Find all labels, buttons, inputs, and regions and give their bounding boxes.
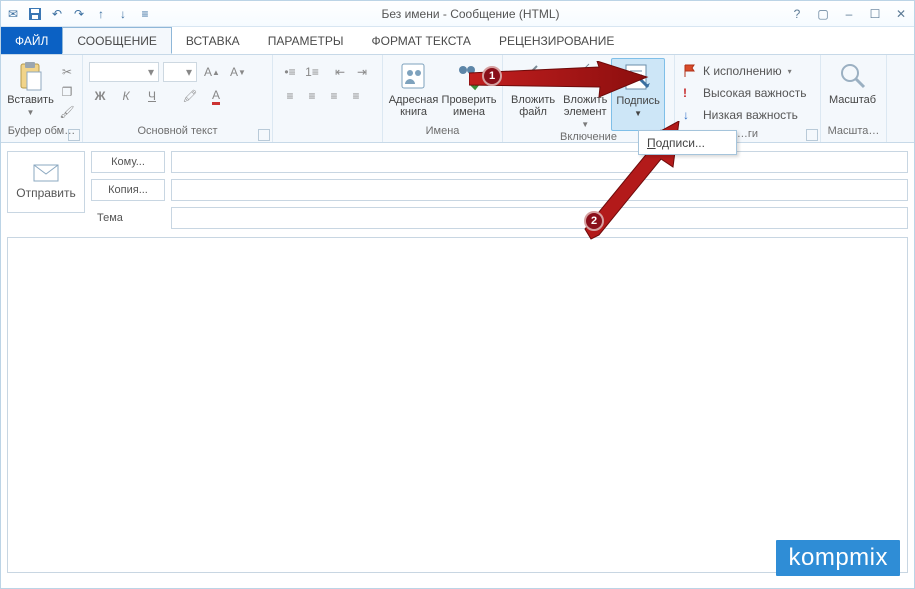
- cc-field[interactable]: [171, 179, 908, 201]
- numbering-icon[interactable]: 1≡: [303, 63, 321, 81]
- font-color-icon[interactable]: A: [207, 87, 225, 105]
- copy-icon[interactable]: ❐: [58, 83, 76, 101]
- dialog-launcher-icon[interactable]: [68, 129, 80, 141]
- bullets-icon[interactable]: •≡: [281, 63, 299, 81]
- minimize-icon[interactable]: –: [840, 7, 858, 21]
- high-importance-button[interactable]: ! Высокая важность: [679, 82, 816, 104]
- ribbon-tabs: ФАЙЛ СООБЩЕНИЕ ВСТАВКА ПАРАМЕТРЫ ФОРМАТ …: [1, 27, 914, 55]
- prev-item-icon[interactable]: ↑: [93, 6, 109, 22]
- low-importance-label: Низкая важность: [703, 108, 798, 122]
- group-paragraph: [277, 125, 378, 141]
- tab-insert[interactable]: ВСТАВКА: [172, 27, 254, 54]
- tab-options[interactable]: ПАРАМЕТРЫ: [254, 27, 358, 54]
- zoom-label: Масштаб: [829, 94, 876, 106]
- redo-icon[interactable]: ↷: [71, 6, 87, 22]
- address-book-label: Адресная книга: [389, 94, 439, 118]
- follow-up-button[interactable]: К исполнению ▾: [679, 60, 816, 82]
- chevron-down-icon: ▾: [148, 65, 154, 79]
- tab-format-text[interactable]: ФОРМАТ ТЕКСТА: [357, 27, 484, 54]
- group-zoom: Масшта…: [825, 125, 882, 141]
- align-justify-icon[interactable]: ≡: [347, 87, 365, 105]
- grow-font-icon[interactable]: A▲: [203, 63, 221, 81]
- close-icon[interactable]: ✕: [892, 7, 910, 21]
- window-title: Без имени - Сообщение (HTML): [159, 7, 782, 21]
- chevron-down-icon: ▾: [186, 65, 192, 79]
- address-book-button[interactable]: Адресная книга: [387, 58, 440, 125]
- clipboard-icon: [15, 60, 47, 92]
- send-icon: [33, 164, 59, 182]
- indent-icon[interactable]: ⇥: [353, 63, 371, 81]
- address-book-icon: [398, 60, 430, 92]
- italic-button[interactable]: К: [117, 87, 135, 105]
- tab-message[interactable]: СООБЩЕНИЕ: [62, 27, 172, 54]
- signature-menu-label: Подписи...: [647, 136, 705, 150]
- ribbon: Вставить ▼ ✂ ❐ 🖌 Буфер обм… ▾ ▾ A▲ A▼ Ж …: [1, 55, 914, 143]
- high-importance-label: Высокая важность: [703, 86, 806, 100]
- outdent-icon[interactable]: ⇤: [331, 63, 349, 81]
- align-right-icon[interactable]: ≡: [325, 87, 343, 105]
- next-item-icon[interactable]: ↓: [115, 6, 131, 22]
- low-importance-icon: ↓: [683, 108, 697, 122]
- mail-icon: ✉: [5, 6, 21, 22]
- align-left-icon[interactable]: ≡: [281, 87, 299, 105]
- highlight-icon[interactable]: 🖍: [181, 87, 199, 105]
- tab-file[interactable]: ФАЙЛ: [1, 27, 62, 54]
- magnifier-icon: [837, 60, 869, 92]
- to-button[interactable]: Кому...: [91, 151, 165, 173]
- chevron-down-icon: ▼: [27, 108, 35, 117]
- zoom-button[interactable]: Масштаб: [825, 58, 880, 125]
- dialog-launcher-icon[interactable]: [806, 129, 818, 141]
- tab-review[interactable]: РЕЦЕНЗИРОВАНИЕ: [485, 27, 628, 54]
- dialog-launcher-icon[interactable]: [258, 129, 270, 141]
- shrink-font-icon[interactable]: A▼: [229, 63, 247, 81]
- qat-customize-icon[interactable]: ≡: [137, 6, 153, 22]
- save-icon[interactable]: [27, 6, 43, 22]
- font-size-select[interactable]: ▾: [163, 62, 197, 82]
- signature-menu-item[interactable]: Подписи...: [638, 130, 737, 155]
- send-button[interactable]: Отправить: [7, 151, 85, 213]
- follow-up-label: К исполнению: [703, 64, 782, 78]
- cc-button[interactable]: Копия...: [91, 179, 165, 201]
- message-header: Отправить Кому... Копия... Тема: [1, 143, 914, 233]
- bold-button[interactable]: Ж: [91, 87, 109, 105]
- subject-label: Тема: [91, 207, 165, 229]
- callout-badge-2: 2: [584, 211, 604, 231]
- undo-icon[interactable]: ↶: [49, 6, 65, 22]
- high-importance-icon: !: [683, 86, 697, 100]
- title-bar: ✉ ↶ ↷ ↑ ↓ ≡ Без имени - Сообщение (HTML)…: [1, 1, 914, 27]
- maximize-icon[interactable]: ☐: [866, 7, 884, 21]
- to-field[interactable]: [171, 151, 908, 173]
- format-painter-icon[interactable]: 🖌: [58, 103, 76, 121]
- low-importance-button[interactable]: ↓ Низкая важность: [679, 104, 816, 126]
- subject-field[interactable]: [171, 207, 908, 229]
- align-center-icon[interactable]: ≡: [303, 87, 321, 105]
- underline-button[interactable]: Ч: [143, 87, 161, 105]
- paste-button[interactable]: Вставить ▼: [5, 58, 56, 125]
- cut-icon[interactable]: ✂: [58, 63, 76, 81]
- group-names: Имена: [387, 125, 498, 141]
- ribbon-opts-icon[interactable]: ▢: [814, 7, 832, 21]
- font-name-select[interactable]: ▾: [89, 62, 159, 82]
- watermark: kompmix: [776, 540, 900, 576]
- group-font: Основной текст: [87, 125, 268, 141]
- chevron-down-icon: ▾: [788, 67, 792, 76]
- callout-badge-1: 1: [482, 66, 502, 86]
- send-label: Отправить: [16, 186, 76, 200]
- help-icon[interactable]: ?: [788, 7, 806, 21]
- flag-icon: [683, 64, 697, 78]
- message-body[interactable]: [7, 237, 908, 573]
- paste-label: Вставить: [7, 94, 54, 106]
